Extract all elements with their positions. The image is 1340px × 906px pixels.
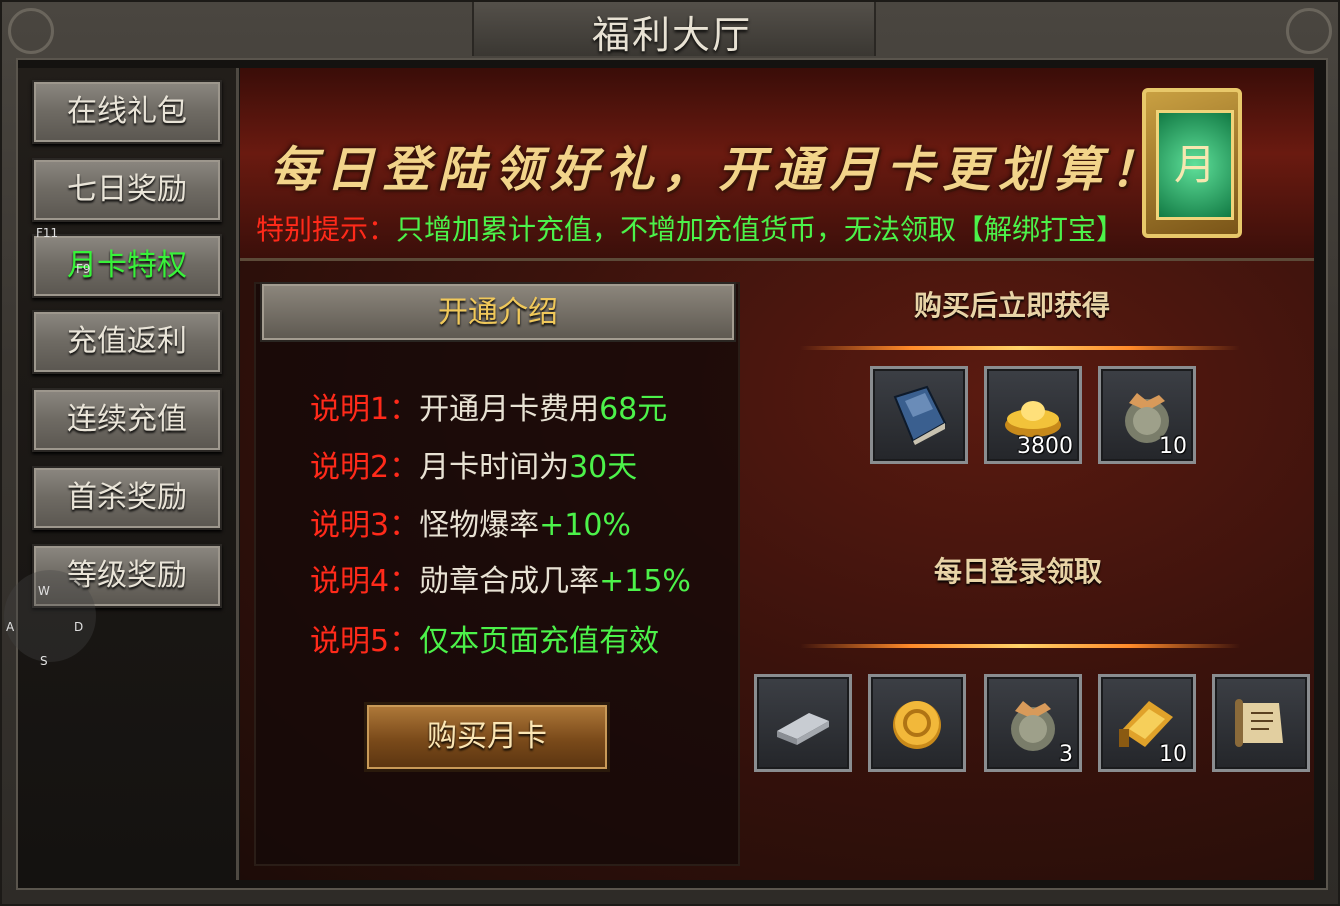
divider-glow [800, 346, 1240, 350]
reward-slot[interactable]: 10 [1098, 366, 1196, 464]
intro-header: 开通介绍 [260, 282, 736, 342]
item-count: 10 [1159, 742, 1187, 767]
sidebar-item-monthly-card[interactable]: 月卡特权 [32, 234, 222, 298]
sidebar: 在线礼包 七日奖励 月卡特权 充值返利 连续充值 首杀奖励 等级奖励 [18, 68, 239, 880]
gold-coin-icon [893, 701, 941, 749]
intro-line: 说明3：怪物爆率+10% [310, 500, 631, 544]
reward-slot[interactable] [868, 674, 966, 772]
line-value: +15% [599, 564, 691, 599]
line-key: 说明2： [310, 450, 420, 485]
card-char: 月 [1156, 110, 1234, 220]
special-notice: 特别提示：只增加累计充值，不增加充值货币，无法领取【解绑打宝】 [256, 208, 1124, 248]
daily-rewards-title: 每日登录领取 [934, 555, 1103, 588]
parchment-scroll-icon [1235, 699, 1283, 747]
banner: 每日登陆领好礼，开通月卡更划算！ 特别提示：只增加累计充值，不增加充值货币，无法… [240, 68, 1314, 261]
window-title: 福利大厅 [591, 13, 752, 57]
line-text: 勋章合成几率 [419, 564, 600, 599]
sidebar-item-seven-day[interactable]: 七日奖励 [32, 158, 222, 222]
hotkey-label: D [74, 620, 84, 634]
item-count: 3800 [1017, 434, 1073, 459]
notice-text: 只增加累计充值，不增加充值货币，无法领取【解绑打宝】 [396, 213, 1125, 246]
virtual-joystick[interactable] [4, 570, 96, 662]
line-key: 说明4： [310, 564, 420, 599]
sidebar-item-first-kill[interactable]: 首杀奖励 [32, 466, 222, 530]
pouch-icon [1011, 701, 1055, 751]
hotkey-label: S [40, 654, 48, 668]
instant-rewards-title: 购买后立即获得 [914, 289, 1111, 322]
hotkey-label: W [38, 584, 50, 598]
monthly-card-icon: 月 [1142, 88, 1242, 238]
main-panel: 每日登陆领好礼，开通月卡更划算！ 特别提示：只增加累计充值，不增加充值货币，无法… [240, 68, 1314, 880]
reward-slot[interactable] [1212, 674, 1310, 772]
notice-label: 特别提示： [256, 213, 397, 246]
line-text: 月卡时间为 [419, 450, 570, 485]
intro-line: 说明5：仅本页面充值有效 [310, 616, 659, 660]
line-text: 怪物爆率 [419, 508, 540, 543]
intro-line: 说明4：勋章合成几率+15% [310, 556, 691, 600]
buy-monthly-card-button[interactable]: 购买月卡 [364, 702, 610, 772]
reward-slot[interactable]: 10 [1098, 674, 1196, 772]
line-key: 说明3： [310, 508, 420, 543]
line-key: 说明5： [310, 624, 420, 659]
item-count: 10 [1159, 434, 1187, 459]
intro-panel: 开通介绍 说明1：开通月卡费用68元 说明2：月卡时间为30天 说明3：怪物爆率… [254, 282, 740, 866]
divider-glow [800, 644, 1240, 648]
sidebar-item-online-gift[interactable]: 在线礼包 [32, 80, 222, 144]
item-count: 3 [1059, 742, 1073, 767]
intro-line: 说明1：开通月卡费用68元 [310, 384, 667, 428]
silver-bar-icon [777, 713, 829, 745]
line-key: 说明1： [310, 392, 420, 427]
line-value: 仅本页面充值有效 [419, 624, 660, 659]
reward-slot[interactable] [870, 366, 968, 464]
intro-line: 说明2：月卡时间为30天 [310, 442, 637, 486]
line-text: 开通月卡费用 [419, 392, 600, 427]
hotkey-label: F11 [36, 226, 59, 240]
line-value: +10% [539, 508, 631, 543]
line-value: 68元 [599, 392, 668, 427]
book-icon [893, 385, 947, 445]
reward-slot[interactable] [754, 674, 852, 772]
sidebar-item-recharge-rebate[interactable]: 充值返利 [32, 310, 222, 374]
line-value: 30天 [569, 450, 638, 485]
hotkey-label: A [6, 620, 15, 634]
reward-slot[interactable]: 3800 [984, 366, 1082, 464]
banner-slogan: 每日登陆领好礼，开通月卡更划算！ [270, 142, 1167, 198]
sidebar-item-continuous-recharge[interactable]: 连续充值 [32, 388, 222, 452]
hotkey-label: F9 [76, 262, 91, 276]
reward-slot[interactable]: 3 [984, 674, 1082, 772]
